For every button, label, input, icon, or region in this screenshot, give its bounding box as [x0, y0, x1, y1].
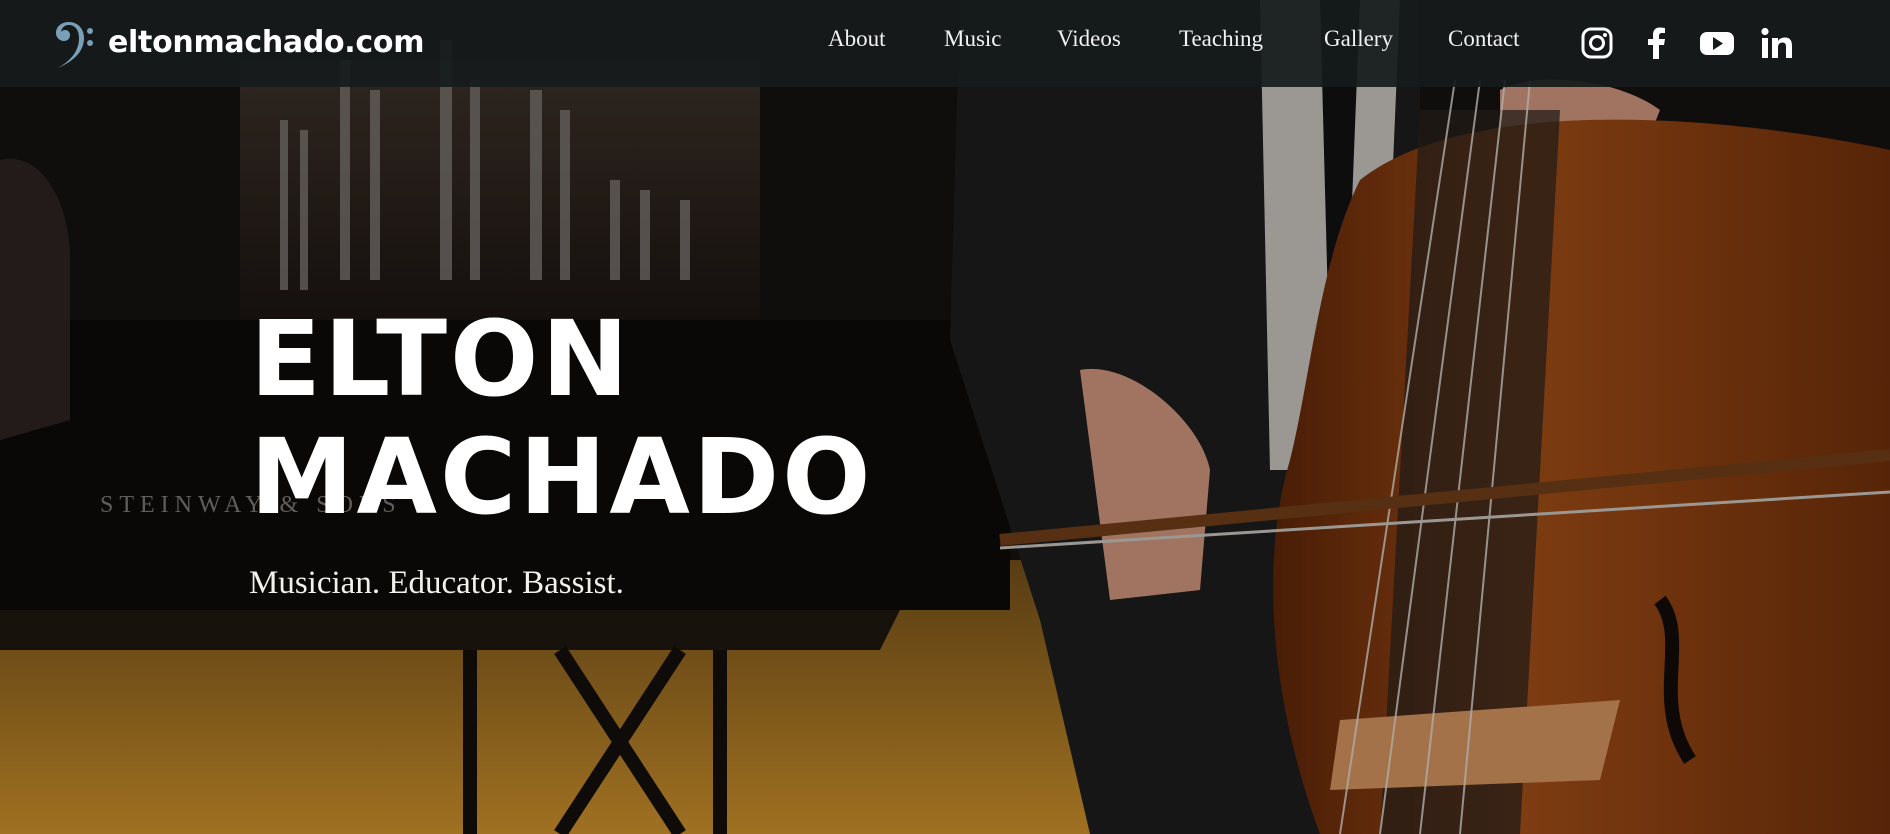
youtube-link[interactable]	[1698, 24, 1736, 62]
youtube-icon	[1700, 32, 1734, 55]
nav-item-music[interactable]: Music	[944, 26, 1057, 52]
brand-home-link[interactable]: eltonmachado.com	[50, 18, 424, 72]
facebook-icon	[1648, 27, 1665, 59]
facebook-link[interactable]	[1638, 24, 1676, 62]
social-links	[1578, 24, 1796, 62]
linkedin-icon	[1761, 27, 1792, 58]
nav-item-contact[interactable]: Contact	[1448, 26, 1520, 52]
hero-title-first-name: ELTON	[250, 298, 632, 420]
bass-clef-icon	[56, 22, 93, 68]
nav-item-about[interactable]: About	[828, 26, 944, 52]
nav-item-gallery[interactable]: Gallery	[1324, 26, 1448, 52]
brand-name: eltonmachado.com	[108, 24, 425, 60]
hero-title: ELTON MACHADO	[250, 300, 874, 536]
nav-item-videos[interactable]: Videos	[1057, 26, 1179, 52]
instagram-icon	[1581, 27, 1613, 59]
linkedin-link[interactable]	[1758, 24, 1796, 62]
hero-tagline: Musician. Educator. Bassist.	[249, 565, 624, 601]
main-nav: About Music Videos Teaching Gallery Cont…	[828, 26, 1520, 52]
hero-title-last-name: MACHADO	[250, 416, 874, 538]
top-navigation-bar: eltonmachado.com About Music Videos Teac…	[0, 0, 1890, 87]
nav-item-teaching[interactable]: Teaching	[1179, 26, 1324, 52]
instagram-link[interactable]	[1578, 24, 1616, 62]
